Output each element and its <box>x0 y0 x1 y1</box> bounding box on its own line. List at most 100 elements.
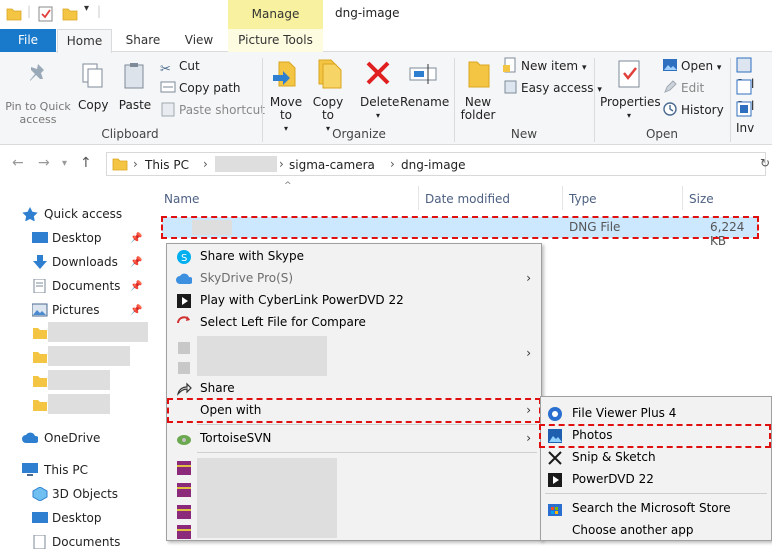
tab-file[interactable]: File <box>0 29 56 52</box>
column-name[interactable]: Name <box>164 192 199 206</box>
submenu-item-search-store[interactable]: Search the Microsoft Store <box>541 497 771 519</box>
column-type[interactable]: Type <box>569 192 597 206</box>
breadcrumb-chevron-icon[interactable]: › <box>133 157 138 171</box>
copy-button[interactable]: Copy <box>78 62 108 112</box>
properties-quick-icon[interactable] <box>38 5 54 22</box>
paste-shortcut-button[interactable]: Paste shortcut <box>160 101 265 121</box>
tab-view[interactable]: View <box>172 29 226 53</box>
new-folder-quick-icon[interactable] <box>62 6 78 22</box>
menu-item-play-powerdvd[interactable]: Play with CyberLink PowerDVD 22 <box>167 290 541 312</box>
delete-label: Delete <box>360 95 400 109</box>
up-arrow-icon[interactable]: ↑ <box>80 155 92 171</box>
recent-locations-chevron-icon[interactable]: ▾ <box>62 158 67 169</box>
history-button[interactable]: History <box>662 101 724 121</box>
breadcrumb-this-pc[interactable]: This PC <box>145 158 189 172</box>
pin-icon[interactable]: 📌 <box>130 233 142 244</box>
snip-sketch-icon <box>548 451 562 465</box>
pin-icon <box>30 64 44 81</box>
breadcrumb-sigma-camera[interactable]: sigma-camera <box>289 158 375 172</box>
menu-item-tortoisesvn[interactable]: TortoiseSVN › <box>167 428 541 450</box>
nav-quick-access[interactable]: Quick access <box>44 207 122 221</box>
column-divider[interactable] <box>682 186 683 210</box>
copy-to-icon <box>318 59 342 89</box>
menu-item-share-with-skype[interactable]: S Share with Skype <box>167 246 541 268</box>
column-divider[interactable] <box>562 186 563 210</box>
menu-item-archive-group[interactable] <box>167 456 541 540</box>
nav-documents[interactable]: Documents <box>52 279 120 293</box>
new-folder-button[interactable]: New folder <box>458 58 498 122</box>
tab-picture-tools[interactable]: Picture Tools <box>228 29 323 53</box>
nav-desktop[interactable]: Desktop <box>52 231 102 245</box>
cut-button[interactable]: ✂ Cut <box>160 57 200 77</box>
move-to-icon <box>273 61 296 87</box>
forward-arrow-icon[interactable]: → <box>38 155 50 171</box>
submenu-item-snip-sketch[interactable]: Snip & Sketch <box>541 446 771 468</box>
submenu-item-choose-another-app[interactable]: Choose another app <box>541 519 771 541</box>
open-button[interactable]: Open ▾ <box>662 57 721 77</box>
breadcrumb-chevron-icon[interactable]: › <box>203 157 208 171</box>
new-folder-icon <box>468 61 490 88</box>
refresh-icon[interactable]: ↻ <box>760 156 772 172</box>
paste-shortcut-label: Paste shortcut <box>179 103 265 117</box>
open-label: Open <box>681 59 714 73</box>
tab-home[interactable]: Home <box>57 29 112 53</box>
edit-button[interactable]: Edit <box>662 79 704 99</box>
nav-downloads[interactable]: Downloads <box>52 255 118 269</box>
manage-tab[interactable]: Manage <box>228 7 323 21</box>
select-all-button[interactable]: Sel <box>736 57 772 91</box>
redacted-folder-name <box>48 346 130 366</box>
star-icon <box>22 207 38 221</box>
select-none-button[interactable]: Sel <box>736 79 772 113</box>
menu-item-redacted[interactable]: › <box>167 334 541 378</box>
scissors-icon: ✂ <box>160 62 171 77</box>
pin-icon[interactable]: 📌 <box>130 257 142 268</box>
copy-to-button[interactable]: Copy to ▾ <box>310 58 346 135</box>
paste-button[interactable]: Paste <box>118 62 152 112</box>
menu-item-share[interactable]: Share <box>167 378 541 400</box>
move-to-button[interactable]: Move to ▾ <box>268 58 304 135</box>
pin-to-quick-access-button[interactable]: Pin to Quick access <box>2 62 74 126</box>
column-divider[interactable] <box>418 186 419 210</box>
organize-group-label: Organize <box>332 127 386 141</box>
nav-documents-2[interactable]: Documents <box>52 535 120 549</box>
breadcrumb-dng-image[interactable]: dng-image <box>401 158 466 172</box>
new-item-label: New item <box>521 59 579 73</box>
nav-3d-objects[interactable]: 3D Objects <box>52 487 118 501</box>
pin-icon[interactable]: 📌 <box>130 305 142 316</box>
submenu-item-file-viewer-plus[interactable]: File Viewer Plus 4 <box>541 402 771 424</box>
easy-access-icon <box>504 80 517 94</box>
nav-this-pc[interactable]: This PC <box>44 463 88 477</box>
submenu-item-powerdvd[interactable]: PowerDVD 22 <box>541 468 771 490</box>
nav-pictures[interactable]: Pictures <box>52 303 100 317</box>
tab-share[interactable]: Share <box>116 29 170 53</box>
properties-button[interactable]: Properties ▾ <box>600 58 661 122</box>
cloud-icon <box>22 432 38 443</box>
delete-button[interactable]: Delete ▾ <box>360 58 400 122</box>
invert-selection-icon <box>736 101 752 117</box>
folder-icon <box>33 352 47 363</box>
address-bar[interactable]: › This PC › › sigma-camera › dng-image <box>106 152 766 176</box>
column-size[interactable]: Size <box>689 192 714 206</box>
quick-access-toolbar-dropdown-icon[interactable]: ▾ <box>84 3 89 14</box>
menu-item-select-left-file-compare[interactable]: Select Left File for Compare <box>167 312 541 334</box>
column-date-modified[interactable]: Date modified <box>425 192 510 206</box>
new-item-button[interactable]: New item ▾ <box>502 57 586 77</box>
back-arrow-icon[interactable]: ← <box>12 155 24 171</box>
group-divider <box>730 58 731 142</box>
menu-item-skydrive-pro[interactable]: SkyDrive Pro(S) › <box>167 268 541 290</box>
easy-access-button[interactable]: Easy access ▾ <box>502 79 602 99</box>
rename-icon <box>409 64 437 84</box>
menu-separator <box>197 452 537 453</box>
invert-selection-button[interactable]: Inv <box>736 101 772 135</box>
copy-path-button[interactable]: Copy path <box>160 79 241 99</box>
nav-desktop-2[interactable]: Desktop <box>52 511 102 525</box>
delete-x-icon <box>366 61 390 85</box>
breadcrumb-chevron-icon[interactable]: › <box>279 157 284 171</box>
pin-icon[interactable]: 📌 <box>130 281 142 292</box>
window-title: dng-image <box>335 6 400 20</box>
nav-onedrive[interactable]: OneDrive <box>44 431 100 445</box>
paste-shortcut-icon <box>161 102 175 117</box>
rename-button[interactable]: Rename <box>400 58 449 109</box>
breadcrumb-chevron-icon[interactable]: › <box>390 157 395 171</box>
desktop-icon <box>32 232 48 243</box>
